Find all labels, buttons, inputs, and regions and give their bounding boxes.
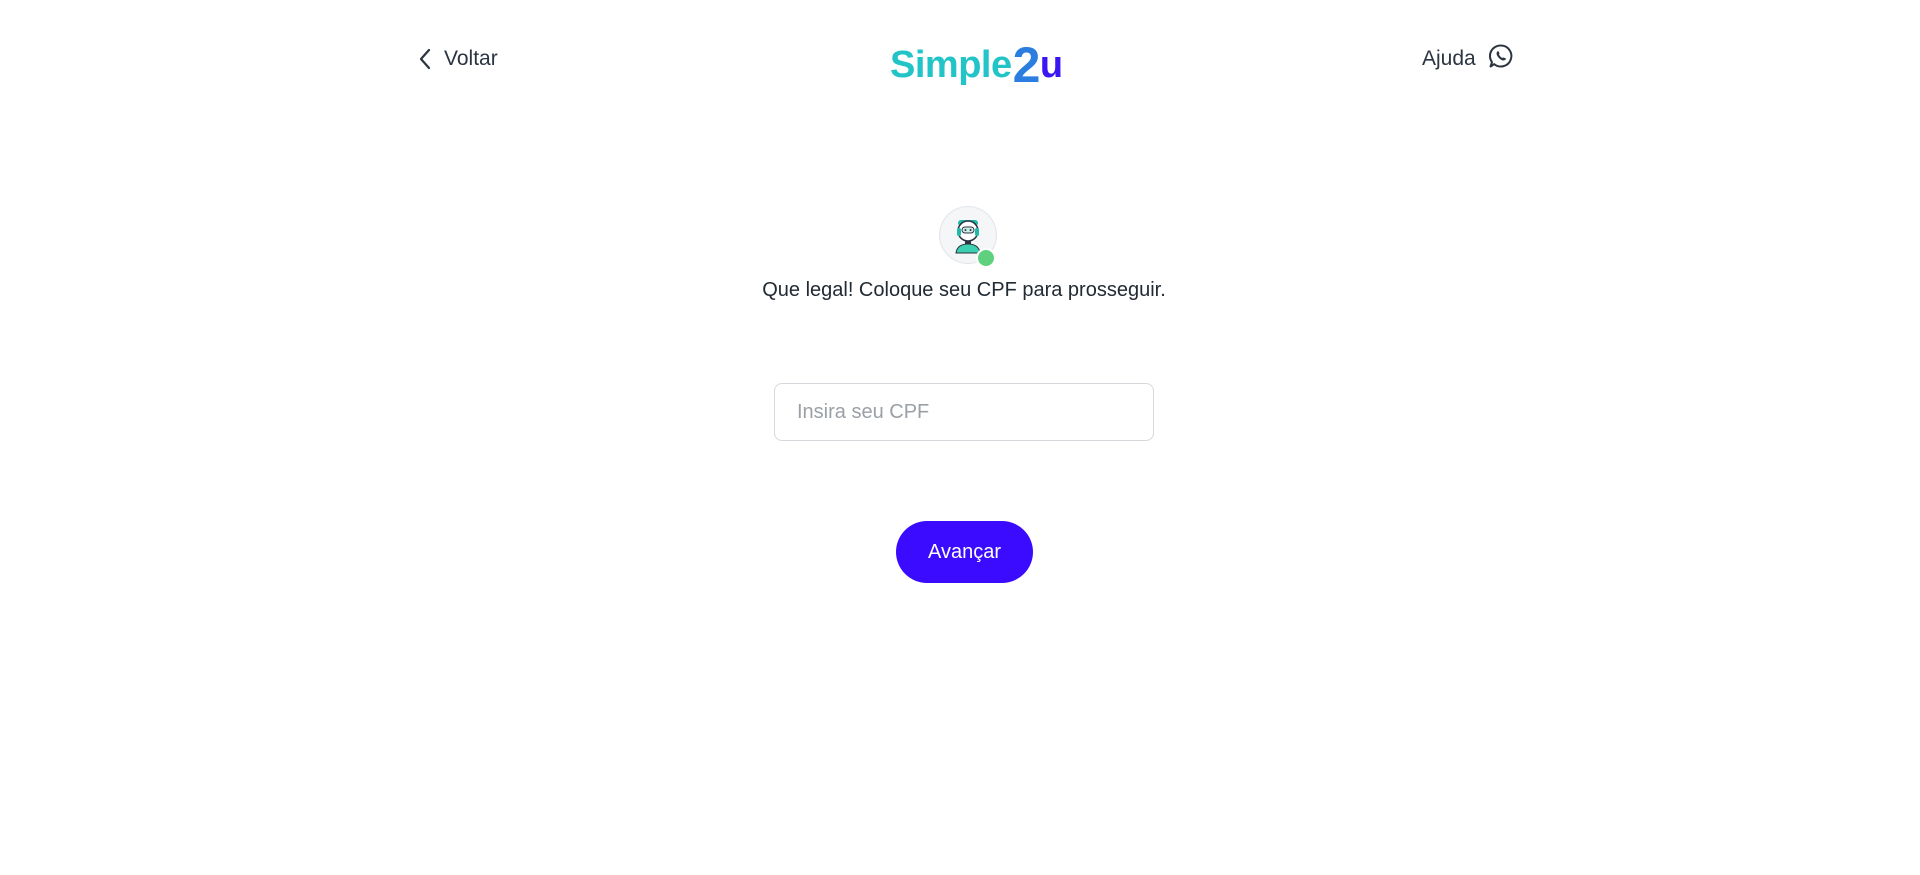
- online-status-indicator: [976, 248, 996, 268]
- top-header: Voltar Simple 2 u Ajuda: [0, 0, 1920, 120]
- brand-logo: Simple 2 u: [890, 28, 1063, 90]
- back-button[interactable]: Voltar: [418, 42, 498, 76]
- cpf-prompt-text: Que legal! Coloque seu CPF para prossegu…: [762, 279, 1166, 301]
- help-label: Ajuda: [1422, 47, 1476, 70]
- next-button[interactable]: Avançar: [896, 521, 1033, 583]
- help-button[interactable]: Ajuda: [1422, 42, 1514, 76]
- whatsapp-icon: [1488, 43, 1514, 75]
- logo-u: u: [1039, 44, 1063, 86]
- cpf-input[interactable]: [774, 383, 1154, 441]
- chevron-left-icon: [418, 48, 432, 70]
- logo-two: 2: [1012, 37, 1041, 93]
- logo-word: Simple: [890, 44, 1012, 86]
- back-label: Voltar: [444, 47, 498, 70]
